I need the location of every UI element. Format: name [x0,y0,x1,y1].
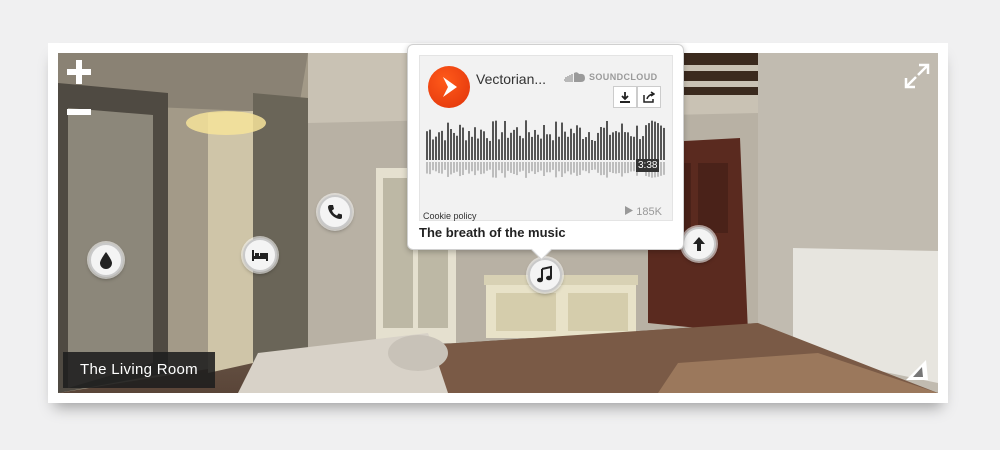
download-icon [620,92,630,103]
hotspot-navigate-up[interactable] [682,227,716,261]
track-title[interactable]: Vectorian... [476,71,546,87]
track-duration: 3:38 [636,159,660,172]
hotspot-phone[interactable] [318,195,352,229]
soundcloud-logo[interactable]: SOUNDCLOUD [563,71,658,82]
waveform[interactable] [426,118,666,178]
arrow-up-icon [693,237,705,251]
zoom-in-icon [67,60,91,84]
popup-title: The breath of the music [419,225,566,240]
play-button[interactable] [428,66,470,108]
brand-text: SOUNDCLOUD [589,72,658,82]
play-count: 185K [625,206,662,218]
cookie-policy-link[interactable]: Cookie policy [423,211,477,221]
zoom-in-button[interactable] [66,59,92,85]
fullscreen-button[interactable] [904,63,930,89]
hotspot-bedroom[interactable] [243,238,277,272]
soundcloud-player[interactable]: Vectorian... SOUNDCLOUD 3:38 Cookie poli… [419,55,673,221]
phone-icon [328,205,342,219]
download-button[interactable] [613,86,637,108]
room-name-label: The Living Room [63,352,215,388]
play-count-icon [625,206,634,215]
play-icon [443,77,457,97]
share-icon [643,91,655,103]
zoom-out-icon [67,109,91,115]
music-note-icon [537,265,552,283]
hotspot-popup: Vectorian... SOUNDCLOUD 3:38 Cookie poli… [407,44,684,250]
triangle-compass-icon [906,360,928,380]
soundcloud-cloud-icon [563,72,585,82]
expand-icon [904,63,930,89]
hotspot-water-drop[interactable] [89,243,123,277]
bed-icon [252,250,268,261]
gyro-button[interactable] [904,358,930,382]
zoom-out-button[interactable] [66,103,92,115]
play-count-value: 185K [636,206,662,218]
drop-icon [100,252,112,269]
share-button[interactable] [637,86,661,108]
hotspot-music[interactable] [528,258,562,292]
